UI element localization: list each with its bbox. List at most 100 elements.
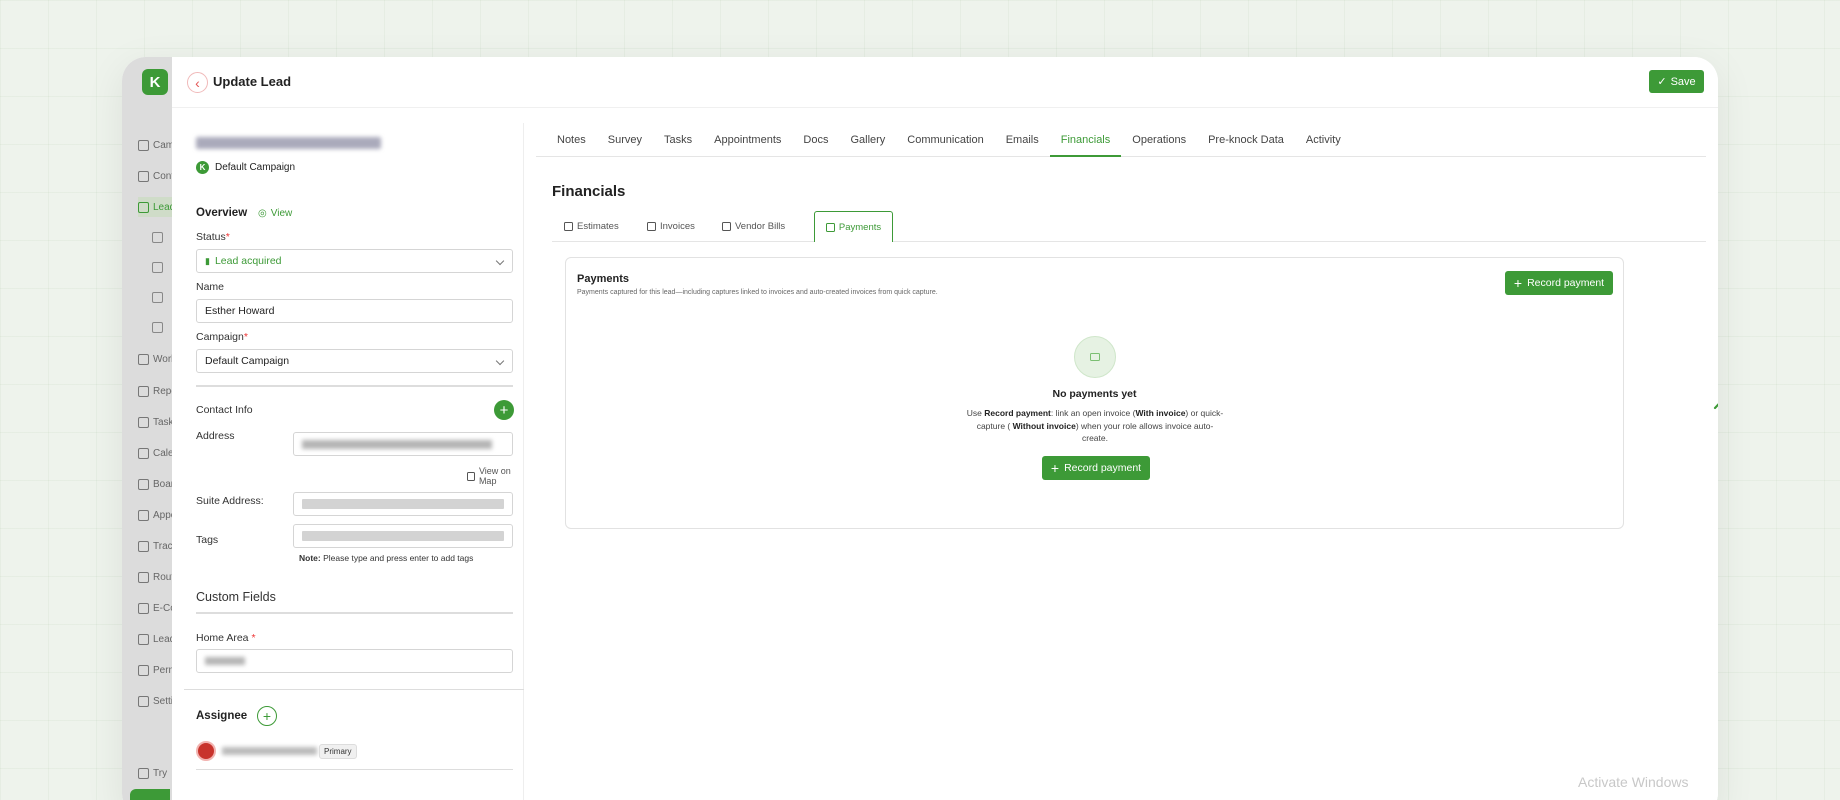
contacts-icon [138, 170, 149, 182]
sidebar-item-try[interactable]: Try [138, 763, 172, 783]
empty-state-title: No payments yet [1052, 388, 1137, 400]
name-label: Name [196, 281, 225, 293]
sidebar-item-leaderboard[interactable]: Leaderboard [138, 629, 172, 649]
name-input[interactable]: Esther Howard [196, 299, 513, 323]
sidebar-item-leads[interactable]: Leads [138, 197, 172, 217]
sidebar-item-tracking[interactable]: Tracking [138, 536, 172, 556]
list-icon [152, 261, 163, 273]
apps-icon [138, 767, 149, 779]
eye-icon: ◎ [258, 208, 267, 219]
chevron-left-icon: ‹ [195, 74, 200, 91]
plus-icon: + [1513, 275, 1523, 291]
tab-financials[interactable]: Financials [1049, 123, 1122, 157]
tags-input[interactable] [293, 524, 513, 548]
tab-tasks[interactable]: Tasks [653, 123, 703, 156]
status-select[interactable]: ▮ Lead acquired [196, 249, 513, 273]
sidebar-item-work-orders[interactable]: Work Orders [138, 349, 172, 369]
sidebar-item-routes[interactable]: Routes [138, 567, 172, 587]
star-icon [138, 633, 149, 645]
plus-icon: + [499, 401, 509, 419]
plus-icon: + [262, 708, 272, 724]
tab-appointments[interactable]: Appointments [703, 123, 792, 156]
tab-gallery[interactable]: Gallery [839, 123, 896, 156]
sidebar-item-appointments[interactable]: Appointments [138, 505, 172, 525]
add-assignee-button[interactable]: + [257, 706, 277, 726]
record-payment-button[interactable]: + Record payment [1505, 271, 1613, 295]
tags-note: Note: Please type and press enter to add… [299, 553, 474, 563]
check-icon: ✓ [1657, 76, 1667, 88]
gear-icon [138, 695, 149, 707]
assignee-title: Assignee [196, 710, 248, 722]
invoice-icon [647, 222, 656, 231]
upload-icon [152, 291, 163, 303]
sidebar-item-permissions[interactable]: Permissions [138, 660, 172, 680]
status-label: Status* [196, 231, 230, 243]
sidebar-bottom-button[interactable] [130, 789, 170, 800]
empty-state-icon [1074, 336, 1116, 378]
lead-details-panel: K Default Campaign Overview ◎ View Status… [184, 123, 524, 800]
view-link[interactable]: ◎ View [258, 208, 292, 219]
lead-address-heading [196, 137, 381, 149]
map-icon [152, 231, 163, 243]
home-area-input[interactable] [196, 649, 513, 673]
view-on-map-link[interactable]: View on Map [467, 466, 523, 486]
sidebar-item-campaigns[interactable]: Campaigns [138, 135, 172, 155]
windows-activation-watermark: Activate Windows [1578, 774, 1689, 790]
empty-state-description: Use Record payment: link an open invoice… [966, 408, 1224, 443]
checkbox-icon [138, 416, 149, 428]
address-input[interactable] [293, 432, 513, 456]
calendar-check-icon [138, 509, 149, 521]
tab-communication[interactable]: Communication [896, 123, 994, 156]
tags-label: Tags [196, 534, 219, 546]
campaign-label: Campaign* [196, 331, 248, 343]
primary-badge: Primary [319, 744, 357, 759]
address-label: Address [196, 430, 235, 442]
subtab-payments[interactable]: Payments [814, 211, 893, 242]
add-contact-button[interactable]: + [494, 400, 514, 420]
campaign-badge: K Default Campaign [196, 161, 295, 174]
tab-emails[interactable]: Emails [995, 123, 1050, 156]
route-icon [138, 571, 149, 583]
custom-fields-title: Custom Fields [196, 590, 276, 604]
sidebar: K Campaigns Contacts Leads Work Orders R… [122, 57, 172, 800]
subtab-estimates[interactable]: Estimates [564, 211, 619, 242]
assignee-name [222, 747, 317, 755]
subtab-invoices[interactable]: Invoices [647, 211, 695, 242]
card-icon [1090, 353, 1100, 361]
divider [196, 612, 513, 614]
tab-operations[interactable]: Operations [1121, 123, 1197, 156]
tab-pre-knock-data[interactable]: Pre-knock Data [1197, 123, 1295, 156]
back-button[interactable]: ‹ [187, 72, 208, 93]
campaign-select[interactable]: Default Campaign [196, 349, 513, 373]
tab-survey[interactable]: Survey [597, 123, 653, 156]
estimate-icon [564, 222, 573, 231]
record-payment-empty-button[interactable]: + Record payment [1042, 456, 1150, 480]
campaign-logo-icon: K [196, 161, 209, 174]
contact-info-title: Contact Info [196, 404, 253, 416]
card-icon [825, 222, 835, 232]
annotation-arrow-icon [1713, 403, 1718, 410]
sidebar-item-tasks[interactable]: Tasks [138, 412, 172, 432]
avatar [196, 741, 216, 761]
sidebar-item-e-contracts[interactable]: E-Contracts [138, 598, 172, 618]
sidebar-item-boards[interactable]: Boards [138, 474, 172, 494]
sidebar-item-reports[interactable]: Reports [138, 381, 172, 401]
tab-notes[interactable]: Notes [546, 123, 597, 156]
suite-address-label: Suite Address: [196, 495, 264, 507]
briefcase-icon [138, 353, 149, 365]
grid-icon [138, 478, 149, 490]
sidebar-item-contacts[interactable]: Contacts [138, 166, 172, 186]
chevron-down-icon [495, 256, 505, 266]
chevron-down-icon [495, 356, 505, 366]
app-logo[interactable]: K [142, 69, 168, 95]
tab-docs[interactable]: Docs [792, 123, 839, 156]
download-icon [152, 321, 163, 333]
sidebar-item-calendar[interactable]: Calendar [138, 443, 172, 463]
sidebar-item-settings[interactable]: Settings [138, 691, 172, 711]
subtab-vendor-bills[interactable]: Vendor Bills [722, 211, 785, 242]
lead-tabs: Notes Survey Tasks Appointments Docs Gal… [536, 123, 1706, 157]
home-area-label: Home Area * [196, 632, 256, 644]
suite-address-input[interactable] [293, 492, 513, 516]
tab-activity[interactable]: Activity [1295, 123, 1352, 156]
save-button[interactable]: ✓ Save [1649, 70, 1704, 93]
